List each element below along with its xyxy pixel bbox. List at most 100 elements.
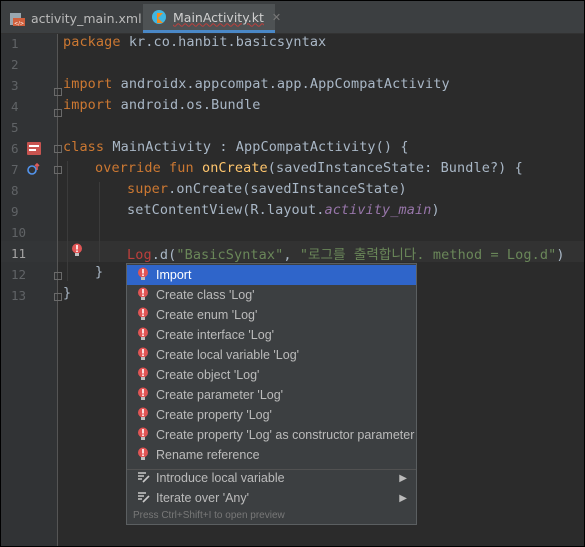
error-bulb-icon	[137, 427, 151, 443]
popup-item[interactable]: Rename reference	[127, 445, 416, 465]
kotlin-file-icon	[151, 9, 167, 25]
line-number: 6	[11, 141, 19, 156]
error-bulb-icon	[137, 367, 151, 383]
keyword: import	[63, 76, 113, 92]
fold-icon[interactable]	[54, 272, 62, 280]
code-line-13[interactable]: }	[63, 285, 71, 301]
error-bulb-icon	[137, 287, 151, 303]
error-bulb-icon	[137, 387, 151, 403]
popup-item[interactable]: Create object 'Log'	[127, 365, 416, 385]
error-bulb-icon	[137, 307, 151, 323]
popup-item-label: Import	[156, 268, 192, 282]
popup-item-refactor[interactable]: Iterate over 'Any' ▶	[127, 488, 416, 508]
error-bulb-icon	[137, 327, 151, 343]
code-text: (savedInstanceState: Bundle?) {	[267, 160, 523, 176]
intention-actions-popup: Import Create class 'Log' Create enum 'Log…	[126, 263, 417, 525]
popup-item-label: Introduce local variable	[156, 471, 285, 485]
refactor-icon	[137, 490, 151, 506]
line-number: 5	[11, 120, 19, 135]
code-text: ,	[283, 247, 300, 263]
code-text: setContentView(R.layout.	[127, 202, 325, 218]
keyword: import	[63, 97, 113, 113]
tab-label: MainActivity.kt	[173, 9, 264, 25]
activity-class-icon[interactable]	[27, 140, 41, 155]
popup-item-label: Create object 'Log'	[156, 368, 260, 382]
keyword: class	[63, 139, 105, 155]
error-bulb-icon[interactable]	[71, 243, 84, 256]
fold-icon[interactable]	[54, 293, 62, 301]
popup-item-label: Create class 'Log'	[156, 288, 255, 302]
line-number-current: 11	[11, 246, 27, 261]
error-bulb-icon	[137, 447, 151, 463]
code-text: .onCreate(savedInstanceState)	[168, 181, 407, 197]
code-text: androidx.appcompat.app.AppCompatActivity	[112, 76, 450, 92]
code-text: kr.co.hanbit.basicsyntax	[120, 34, 327, 50]
code-line-9[interactable]: setContentView(R.layout.activity_main)	[127, 202, 440, 218]
code-line-12[interactable]: }	[95, 264, 103, 280]
code-line-7[interactable]: override fun onCreate(savedInstanceState…	[95, 160, 523, 176]
line-number: 7	[11, 162, 19, 177]
line-number: 8	[11, 183, 19, 198]
line-number: 9	[11, 204, 19, 219]
svg-text:</>: </>	[14, 21, 24, 27]
fold-icon[interactable]	[54, 166, 62, 174]
submenu-arrow-icon: ▶	[399, 472, 407, 484]
line-number: 1	[11, 36, 19, 51]
code-line-1[interactable]: package kr.co.hanbit.basicsyntax	[63, 34, 326, 50]
error-bulb-icon	[137, 407, 151, 423]
code-text: .d(	[151, 247, 177, 263]
popup-item-label: Rename reference	[156, 448, 260, 462]
keyword: package	[63, 34, 121, 50]
keyword: super	[127, 181, 169, 197]
code-text: MainActivity : AppCompatActivity() {	[104, 139, 409, 155]
resource-reference: activity_main	[324, 202, 432, 218]
line-number: 3	[11, 78, 19, 93]
popup-item-label: Create property 'Log'	[156, 408, 272, 422]
code-text: )	[556, 247, 565, 263]
popup-item-label: Create enum 'Log'	[156, 308, 258, 322]
keyword: override fun	[95, 160, 202, 176]
popup-item[interactable]: Import	[127, 265, 416, 285]
code-line-4[interactable]: import android.os.Bundle	[63, 97, 260, 113]
line-number: 2	[11, 57, 19, 72]
line-number: 4	[11, 99, 19, 114]
line-number: 12	[11, 267, 27, 282]
fold-icon[interactable]	[54, 88, 62, 96]
gutter	[1, 34, 58, 546]
code-line-3[interactable]: import androidx.appcompat.app.AppCompatA…	[63, 76, 450, 92]
code-line-6[interactable]: class MainActivity : AppCompatActivity()…	[63, 139, 409, 155]
fold-icon[interactable]	[54, 145, 62, 153]
popup-item-label: Iterate over 'Any'	[156, 491, 250, 505]
popup-item-refactor[interactable]: Introduce local variable ▶	[127, 468, 416, 488]
string-literal: "BasicSyntax"	[176, 247, 284, 263]
error-bulb-icon	[137, 267, 151, 283]
code-line-8[interactable]: super.onCreate(savedInstanceState)	[127, 181, 407, 197]
indent-guide	[67, 161, 68, 281]
unresolved-reference[interactable]: Log	[127, 247, 152, 263]
popup-item[interactable]: Create parameter 'Log'	[127, 385, 416, 405]
popup-item[interactable]: Create property 'Log' as constructor par…	[127, 425, 416, 445]
string-literal: "로그를 출력합니다. method = Log.d"	[299, 247, 557, 263]
override-method-icon[interactable]	[27, 161, 40, 175]
popup-item-label: Create interface 'Log'	[156, 328, 275, 342]
code-line-11[interactable]: Log.d("BasicSyntax", "로그를 출력합니다. method …	[127, 243, 565, 263]
line-number: 13	[11, 288, 27, 303]
code-text: )	[431, 202, 440, 218]
error-bulb-icon	[137, 347, 151, 363]
tab-main-activity-kt[interactable]: MainActivity.kt ✕	[143, 4, 281, 33]
popup-item[interactable]: Create enum 'Log'	[127, 305, 416, 325]
editor-window: </> activity_main.xml ✕ MainActivity.kt …	[1, 1, 584, 546]
refactor-icon	[137, 470, 151, 486]
popup-item[interactable]: Create property 'Log'	[127, 405, 416, 425]
fold-icon[interactable]	[54, 109, 62, 117]
popup-item[interactable]: Create local variable 'Log'	[127, 345, 416, 365]
tab-activity-main-xml[interactable]: </> activity_main.xml ✕	[1, 4, 159, 33]
preview-hint: Press Ctrl+Shift+I to open preview	[133, 510, 285, 521]
popup-item[interactable]: Create interface 'Log'	[127, 325, 416, 345]
gutter-current-line	[1, 241, 57, 262]
close-icon[interactable]: ✕	[272, 11, 281, 24]
popup-item[interactable]: Create class 'Log'	[127, 285, 416, 305]
popup-separator	[127, 469, 416, 470]
popup-item-label: Create local variable 'Log'	[156, 348, 300, 362]
submenu-arrow-icon: ▶	[399, 492, 407, 504]
